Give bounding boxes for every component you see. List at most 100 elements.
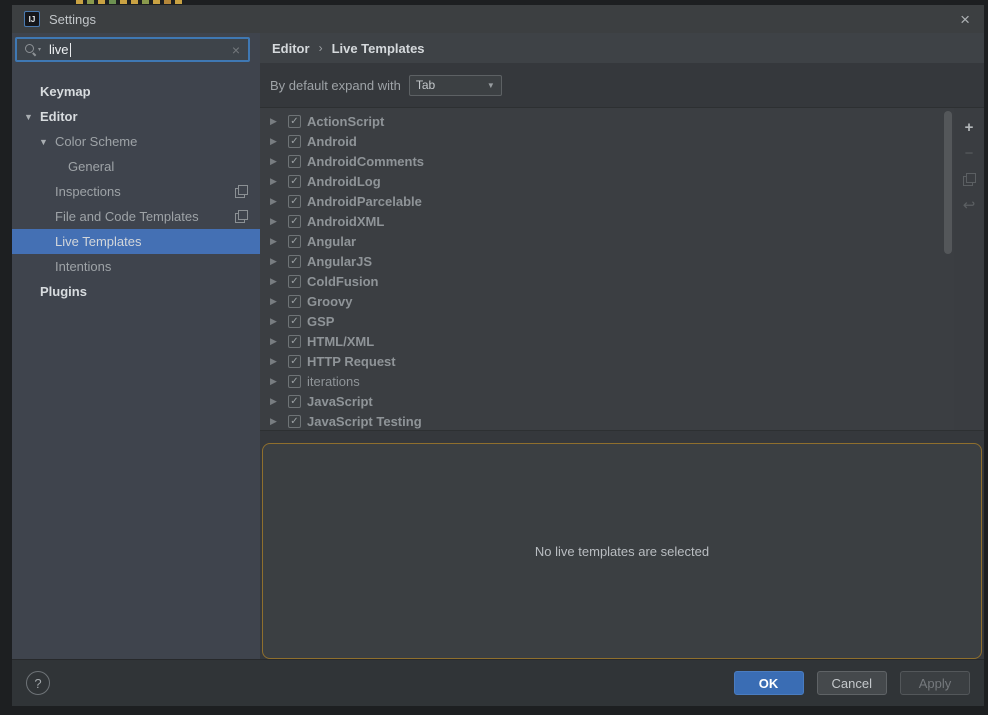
group-checkbox[interactable]: ✓	[288, 335, 301, 348]
group-checkbox[interactable]: ✓	[288, 355, 301, 368]
group-name: HTTP Request	[307, 354, 396, 369]
sidebar-item-file-and-code-templates[interactable]: File and Code Templates	[12, 204, 260, 229]
sidebar-tree: Keymap▼Editor▼Color SchemeGeneralInspect…	[12, 79, 260, 304]
expand-with-value: Tab	[416, 78, 435, 92]
remove-template-button[interactable]: −	[958, 140, 980, 166]
collapsed-arrow-icon[interactable]: ▶	[270, 136, 288, 147]
collapsed-arrow-icon[interactable]: ▶	[270, 396, 288, 407]
sidebar-item-keymap[interactable]: Keymap	[12, 79, 260, 104]
intellij-logo-icon: IJ	[24, 11, 40, 27]
group-name: JavaScript Testing	[307, 414, 422, 429]
template-group-row-javascript-testing[interactable]: ▶✓ JavaScript Testing	[260, 411, 942, 430]
template-group-row-androidcomments[interactable]: ▶✓AndroidComments	[260, 151, 942, 171]
sidebar-item-inspections[interactable]: Inspections	[12, 179, 260, 204]
restore-defaults-button[interactable]: ↩	[958, 192, 980, 218]
sidebar-item-intentions[interactable]: Intentions	[12, 254, 260, 279]
collapsed-arrow-icon[interactable]: ▶	[270, 256, 288, 267]
sidebar-item-plugins[interactable]: Plugins	[12, 279, 260, 304]
list-scrollbar[interactable]	[942, 108, 954, 430]
expand-with-dropdown[interactable]: Tab ▼	[409, 75, 502, 96]
sidebar-item-label: Plugins	[40, 284, 87, 299]
collapsed-arrow-icon[interactable]: ▶	[270, 376, 288, 387]
template-group-row-html-xml[interactable]: ▶✓HTML/XML	[260, 331, 942, 351]
group-checkbox[interactable]: ✓	[288, 195, 301, 208]
breadcrumb-editor[interactable]: Editor	[272, 41, 310, 56]
group-checkbox[interactable]: ✓	[288, 275, 301, 288]
collapsed-arrow-icon[interactable]: ▶	[270, 236, 288, 247]
template-group-row-javascript[interactable]: ▶✓JavaScript	[260, 391, 942, 411]
sidebar-item-label: General	[68, 159, 114, 174]
scrollbar-thumb[interactable]	[944, 111, 952, 254]
template-group-row-http-request[interactable]: ▶✓ HTTP Request	[260, 351, 942, 371]
expand-with-label: By default expand with	[270, 78, 401, 93]
collapsed-arrow-icon[interactable]: ▶	[270, 176, 288, 187]
collapsed-arrow-icon[interactable]: ▶	[270, 116, 288, 127]
group-checkbox[interactable]: ✓	[288, 155, 301, 168]
clear-search-icon[interactable]: ×	[232, 42, 240, 58]
group-checkbox[interactable]: ✓	[288, 295, 301, 308]
sidebar-item-editor[interactable]: ▼Editor	[12, 104, 260, 129]
template-group-row-coldfusion[interactable]: ▶✓ ColdFusion	[260, 271, 942, 291]
ok-button[interactable]: OK	[734, 671, 804, 695]
overridden-copy-icon	[235, 185, 248, 198]
cancel-button[interactable]: Cancel	[817, 671, 887, 695]
group-checkbox[interactable]: ✓	[288, 375, 301, 388]
sidebar-item-general[interactable]: General	[12, 154, 260, 179]
sidebar-item-label: Inspections	[55, 184, 121, 199]
apply-button[interactable]: Apply	[900, 671, 970, 695]
background-code-marks	[76, 0, 182, 4]
sidebar-item-label: Editor	[40, 109, 78, 124]
collapsed-arrow-icon[interactable]: ▶	[270, 356, 288, 367]
group-name: Groovy	[307, 294, 353, 309]
close-icon[interactable]: ×	[958, 11, 972, 28]
settings-content: Editor › Live Templates By default expan…	[260, 33, 984, 659]
group-name: GSP	[307, 314, 334, 329]
group-name: AndroidXML	[307, 214, 384, 229]
template-group-row-iterations[interactable]: ▶✓iterations	[260, 371, 942, 391]
group-checkbox[interactable]: ✓	[288, 135, 301, 148]
collapsed-arrow-icon[interactable]: ▶	[270, 336, 288, 347]
sidebar-item-label: Live Templates	[55, 234, 141, 249]
duplicate-template-button[interactable]	[958, 166, 980, 192]
template-group-row-angularjs[interactable]: ▶✓AngularJS	[260, 251, 942, 271]
dialog-footer: ? OK Cancel Apply	[12, 659, 984, 706]
chevron-down-icon: ▼	[487, 81, 495, 90]
collapsed-arrow-icon[interactable]: ▶	[270, 296, 288, 307]
template-group-row-android[interactable]: ▶✓Android	[260, 131, 942, 151]
collapsed-arrow-icon[interactable]: ▶	[270, 276, 288, 287]
collapsed-arrow-icon[interactable]: ▶	[270, 416, 288, 427]
group-checkbox[interactable]: ✓	[288, 235, 301, 248]
group-checkbox[interactable]: ✓	[288, 115, 301, 128]
duplicate-icon	[963, 173, 976, 186]
template-group-row-angular[interactable]: ▶✓Angular	[260, 231, 942, 251]
add-template-button[interactable]: +	[958, 114, 980, 140]
sidebar-item-color-scheme[interactable]: ▼Color Scheme	[12, 129, 260, 154]
template-groups-rows: ▶✓ActionScript▶✓Android▶✓AndroidComments…	[260, 108, 942, 430]
group-checkbox[interactable]: ✓	[288, 255, 301, 268]
title-bar: IJ Settings ×	[12, 5, 984, 33]
template-group-row-androidparcelable[interactable]: ▶✓AndroidParcelable	[260, 191, 942, 211]
expanded-arrow-icon[interactable]: ▼	[24, 112, 40, 122]
template-group-row-actionscript[interactable]: ▶✓ActionScript	[260, 111, 942, 131]
group-checkbox[interactable]: ✓	[288, 415, 301, 428]
sidebar-item-live-templates[interactable]: Live Templates	[12, 229, 260, 254]
template-group-row-androidxml[interactable]: ▶✓ AndroidXML	[260, 211, 942, 231]
collapsed-arrow-icon[interactable]: ▶	[270, 156, 288, 167]
collapsed-arrow-icon[interactable]: ▶	[270, 216, 288, 227]
template-group-row-androidlog[interactable]: ▶✓AndroidLog	[260, 171, 942, 191]
expanded-arrow-icon[interactable]: ▼	[39, 137, 55, 147]
overridden-copy-icon	[235, 210, 248, 223]
group-checkbox[interactable]: ✓	[288, 395, 301, 408]
settings-search-input[interactable]: ▾ live ×	[15, 37, 250, 62]
collapsed-arrow-icon[interactable]: ▶	[270, 196, 288, 207]
group-checkbox[interactable]: ✓	[288, 215, 301, 228]
group-name: ColdFusion	[307, 274, 379, 289]
collapsed-arrow-icon[interactable]: ▶	[270, 316, 288, 327]
help-button[interactable]: ?	[26, 671, 50, 695]
group-checkbox[interactable]: ✓	[288, 175, 301, 188]
template-group-row-gsp[interactable]: ▶✓ GSP	[260, 311, 942, 331]
breadcrumb-separator-icon: ›	[319, 41, 323, 55]
template-editor-empty-panel: No live templates are selected	[262, 443, 982, 659]
group-checkbox[interactable]: ✓	[288, 315, 301, 328]
template-group-row-groovy[interactable]: ▶✓ Groovy	[260, 291, 942, 311]
